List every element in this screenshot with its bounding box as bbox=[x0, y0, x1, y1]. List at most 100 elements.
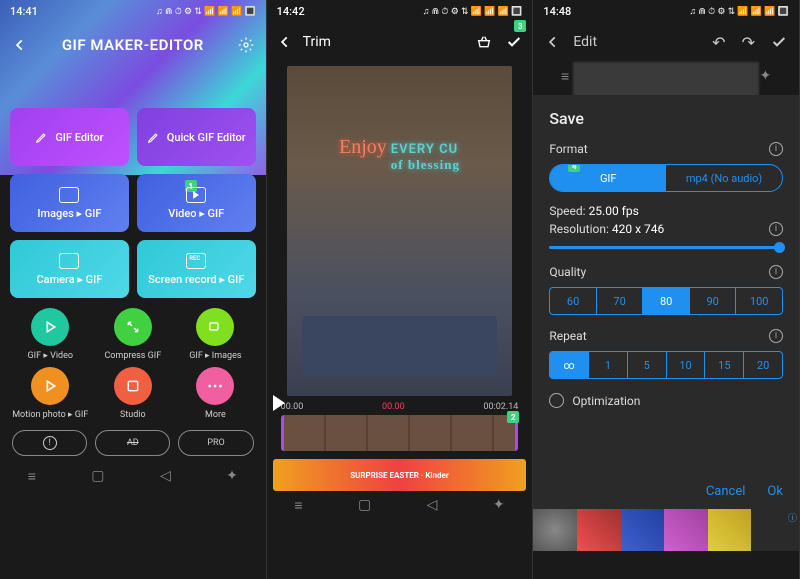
ok-button[interactable]: Ok bbox=[767, 484, 783, 499]
camera-to-gif-tile[interactable]: Camera ▸ GIF bbox=[10, 240, 129, 298]
back-icon[interactable] bbox=[277, 34, 293, 50]
info-icon[interactable]: i bbox=[769, 142, 783, 156]
round-label: More bbox=[205, 410, 226, 420]
check-icon[interactable] bbox=[506, 34, 522, 50]
tile-label: Images ▸ GIF bbox=[37, 207, 101, 220]
swatch[interactable] bbox=[664, 509, 708, 551]
format-mp4-option[interactable]: mp4 (No audio) bbox=[666, 165, 782, 191]
round-label: Compress GIF bbox=[104, 351, 161, 361]
video-to-gif-tile[interactable]: 1 Video ▸ GIF bbox=[137, 174, 256, 232]
format-label: Format bbox=[549, 142, 587, 156]
more-item[interactable]: More bbox=[177, 367, 254, 420]
gif-to-video-item[interactable]: GIF ▸ Video bbox=[12, 308, 89, 361]
swatch[interactable] bbox=[621, 509, 665, 551]
motion-icon bbox=[31, 367, 69, 405]
swatch[interactable] bbox=[533, 509, 577, 551]
save-dialog: Save Format i 4 GIF mp4 (No audio) Speed… bbox=[533, 95, 799, 509]
time-current: 00.00 bbox=[382, 402, 405, 412]
status-time: 14:42 bbox=[277, 5, 305, 18]
nav-back-icon[interactable]: ◁ bbox=[160, 468, 171, 484]
nav-menu-icon[interactable]: ≡ bbox=[294, 497, 302, 514]
quality-60[interactable]: 60 bbox=[550, 288, 597, 314]
ad-pill[interactable]: AD bbox=[95, 430, 170, 456]
badge-4: 4 bbox=[568, 164, 580, 172]
filmstrip[interactable]: 2 bbox=[281, 415, 519, 451]
swatch-ad[interactable]: ⓘ bbox=[751, 509, 799, 551]
tile-label: GIF Editor bbox=[55, 131, 103, 144]
slider-thumb[interactable] bbox=[774, 242, 785, 253]
nav-menu-icon[interactable]: ≡ bbox=[28, 468, 36, 485]
back-icon[interactable] bbox=[12, 37, 28, 53]
badge-3: 3 bbox=[514, 20, 526, 32]
nav-access-icon[interactable]: ✦ bbox=[226, 468, 238, 484]
format-segmented[interactable]: 4 GIF mp4 (No audio) bbox=[549, 164, 783, 192]
repeat-20[interactable]: 20 bbox=[744, 352, 782, 378]
status-bar: 14:42 ♫ ⋒ ⏱ ⚙ ⇅ 📶 📶 📶 🔳 bbox=[267, 0, 533, 22]
repeat-5[interactable]: 5 bbox=[628, 352, 667, 378]
screenrec-to-gif-tile[interactable]: REC Screen record ▸ GIF bbox=[137, 240, 256, 298]
quality-80[interactable]: 80 bbox=[643, 288, 690, 314]
info-pill[interactable]: ! bbox=[12, 430, 87, 456]
ad-banner[interactable]: SURPRISE EASTER · Kinder bbox=[273, 459, 527, 491]
repeat-options: ∞ 1 5 10 15 20 bbox=[549, 351, 783, 379]
gif-to-images-item[interactable]: GIF ▸ Images bbox=[177, 308, 254, 361]
studio-item[interactable]: Studio bbox=[95, 367, 172, 420]
resolution-row: Resolution: 420 x 746 bbox=[549, 222, 664, 236]
quick-gif-editor-tile[interactable]: Quick GIF Editor bbox=[137, 108, 256, 166]
back-icon[interactable] bbox=[545, 34, 561, 50]
dialog-heading: Save bbox=[549, 109, 783, 128]
android-navbar: ≡ ▢ ◁ ✦ bbox=[267, 491, 533, 519]
compress-gif-item[interactable]: Compress GIF bbox=[95, 308, 172, 361]
gif-editor-tile[interactable]: GIF Editor bbox=[10, 108, 129, 166]
quality-label: Quality bbox=[549, 265, 586, 279]
quality-100[interactable]: 100 bbox=[736, 288, 782, 314]
round-label: Studio bbox=[120, 410, 146, 420]
screen-home: 14:41 ♫ ⋒ ⏱ ⚙ ⇅ 📶 📶 📶 🔳 GIF MAKER-EDITOR… bbox=[0, 0, 267, 579]
repeat-inf[interactable]: ∞ bbox=[550, 352, 589, 378]
swatch[interactable] bbox=[708, 509, 752, 551]
main-tiles: GIF Editor Quick GIF Editor Images ▸ GIF… bbox=[0, 108, 266, 298]
info-icon[interactable]: i bbox=[769, 222, 783, 236]
repeat-10[interactable]: 10 bbox=[667, 352, 706, 378]
android-navbar: ≡ ▢ ◁ ✦ bbox=[0, 462, 266, 490]
undo-icon[interactable]: ↶ bbox=[712, 33, 725, 52]
basket-icon[interactable] bbox=[476, 34, 492, 50]
nav-access-icon[interactable]: ✦ bbox=[493, 497, 505, 513]
nav-home-icon[interactable]: ▢ bbox=[358, 497, 371, 513]
motion-photo-item[interactable]: Motion photo ▸ GIF bbox=[12, 367, 89, 420]
neon-text: EVERY CU bbox=[391, 142, 458, 157]
play-icon[interactable] bbox=[273, 395, 285, 411]
trim-title: Trim bbox=[303, 34, 331, 50]
repeat-15[interactable]: 15 bbox=[705, 352, 744, 378]
nav-back-icon[interactable]: ◁ bbox=[427, 497, 438, 513]
badge-2: 2 bbox=[507, 411, 519, 423]
radio-icon[interactable] bbox=[549, 393, 564, 408]
images-to-gif-tile[interactable]: Images ▸ GIF bbox=[10, 174, 129, 232]
repeat-1[interactable]: 1 bbox=[589, 352, 628, 378]
optimization-row[interactable]: Optimization bbox=[549, 393, 783, 408]
pro-pill[interactable]: PRO bbox=[178, 430, 253, 456]
timeline-labels: 00.00 00.00 00:02.14 bbox=[267, 396, 533, 415]
status-icons: ♫ ⋒ ⏱ ⚙ ⇅ 📶 📶 📶 🔳 bbox=[423, 6, 523, 17]
tile-label: Quick GIF Editor bbox=[167, 131, 246, 144]
check-icon[interactable] bbox=[771, 34, 787, 50]
tile-label: Camera ▸ GIF bbox=[36, 273, 102, 286]
resolution-slider[interactable] bbox=[549, 246, 783, 249]
cancel-button[interactable]: Cancel bbox=[706, 484, 746, 499]
nav-menu-icon[interactable]: ≡ bbox=[561, 68, 569, 85]
swatch[interactable] bbox=[577, 509, 621, 551]
video-preview[interactable]: Enjoy EVERY CU of blessing bbox=[287, 66, 513, 396]
info-icon[interactable]: i bbox=[769, 329, 783, 343]
neon-text: Enjoy bbox=[339, 136, 387, 159]
quality-70[interactable]: 70 bbox=[597, 288, 644, 314]
info-icon[interactable]: i bbox=[769, 265, 783, 279]
status-time: 14:41 bbox=[10, 5, 38, 18]
quality-90[interactable]: 90 bbox=[690, 288, 737, 314]
nav-home-icon[interactable]: ▢ bbox=[91, 468, 104, 484]
repeat-label: Repeat bbox=[549, 329, 586, 343]
settings-icon[interactable] bbox=[238, 37, 254, 53]
edit-title: Edit bbox=[573, 34, 597, 50]
compress-icon bbox=[114, 308, 152, 346]
redo-icon[interactable]: ↷ bbox=[742, 33, 755, 52]
nav-access-icon[interactable]: ✦ bbox=[759, 68, 771, 84]
